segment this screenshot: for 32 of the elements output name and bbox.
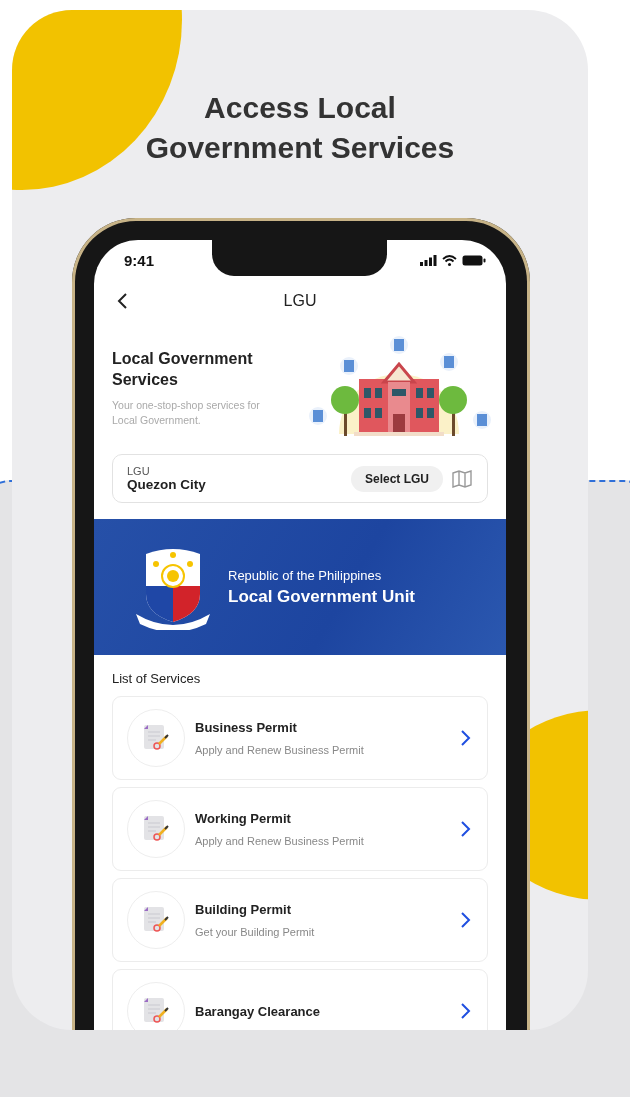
wifi-icon (442, 254, 457, 266)
headline: Access Local Government Services (144, 90, 456, 166)
section-subtitle: Your one-stop-shop services for Local Government. (112, 398, 261, 428)
chevron-right-icon (459, 729, 471, 747)
service-description: Apply and Renew Business Permit (195, 835, 365, 847)
screen-title: LGU (283, 292, 317, 310)
service-description: Apply and Renew Business Permit (195, 744, 365, 756)
service-description: Get your Building Permit (195, 926, 316, 938)
banner-title: Local Government Unit (228, 586, 416, 607)
field-label: LGU (127, 465, 151, 477)
back-button[interactable] (116, 292, 130, 310)
battery-icon (462, 254, 486, 266)
select-lgu-button[interactable]: Select LGU (350, 465, 443, 492)
chevron-right-icon (459, 820, 471, 838)
document-icon (127, 709, 185, 767)
signal-icon (420, 254, 437, 266)
section-title: Local Government Services (112, 349, 254, 390)
service-item[interactable]: Barangay Clearance (112, 969, 488, 1030)
service-title: Business Permit (195, 720, 298, 735)
map-icon[interactable] (451, 468, 473, 489)
service-title: Working Permit (195, 811, 292, 826)
service-item[interactable]: Building Permit Get your Building Permit (112, 878, 488, 962)
service-title: Building Permit (195, 902, 293, 917)
banner-subtitle: Republic of the Philippines (228, 567, 383, 583)
chevron-right-icon (459, 911, 471, 929)
chevron-right-icon (459, 1002, 471, 1020)
list-heading: List of Services (111, 670, 202, 688)
service-item[interactable]: Business Permit Apply and Renew Business Permit (112, 696, 488, 780)
status-time: 9:41 (124, 251, 155, 269)
service-item[interactable]: Working Permit Apply and Renew Business Permit (112, 787, 488, 871)
field-value: Quezon City (127, 477, 207, 492)
service-title: Barangay Clearance (195, 1003, 321, 1019)
